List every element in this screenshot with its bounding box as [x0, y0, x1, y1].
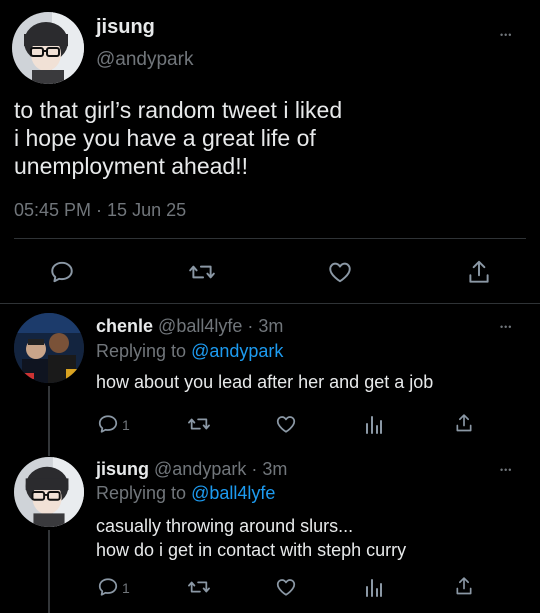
replying-to-link[interactable]: @andypark	[191, 341, 283, 361]
reply-header: jisung @andypark · 3m	[96, 459, 287, 480]
reply-text-line: how do i get in contact with steph curry	[96, 540, 407, 560]
display-name[interactable]: jisung	[96, 459, 149, 479]
reply-header: chenle @ball4lyfe · 3m	[96, 316, 283, 337]
divider	[0, 303, 540, 304]
reply-icon[interactable]	[49, 259, 75, 285]
avatar-photo	[12, 12, 84, 84]
display-name[interactable]: chenle	[96, 316, 153, 336]
replying-prefix: Replying to	[96, 483, 187, 503]
avatar-photo	[14, 457, 84, 527]
reply-text-line: how about you lead after her and get a j…	[96, 372, 434, 392]
retweet-icon[interactable]	[187, 576, 211, 598]
thread-line	[48, 530, 50, 613]
more-options-button[interactable]: •••	[500, 322, 512, 332]
heart-icon[interactable]	[275, 576, 297, 598]
replying-to: Replying to @ball4lyfe	[96, 483, 275, 504]
avatar[interactable]	[14, 313, 84, 383]
retweet-icon[interactable]	[187, 413, 211, 435]
analytics-icon[interactable]	[364, 413, 384, 435]
tweet-text-line: i hope you have a great life of	[14, 125, 316, 151]
avatar-photo	[14, 313, 84, 383]
tweet-text: to that girl’s random tweet i liked i ho…	[14, 96, 342, 180]
more-options-button[interactable]: •••	[500, 465, 512, 475]
retweet-icon[interactable]	[188, 259, 216, 285]
avatar[interactable]	[12, 12, 84, 84]
tweet-text-line: unemployment ahead!!	[14, 153, 248, 179]
thread-line	[48, 386, 50, 456]
avatar[interactable]	[14, 457, 84, 527]
reply-count: 1	[122, 417, 130, 433]
share-icon[interactable]	[466, 258, 492, 286]
heart-icon[interactable]	[275, 413, 297, 435]
reply-text: how about you lead after her and get a j…	[96, 371, 433, 393]
replying-to-link[interactable]: @ball4lyfe	[191, 483, 275, 503]
share-icon[interactable]	[454, 412, 474, 434]
timestamp: 05:45 PM · 15 Jun 25	[14, 200, 187, 220]
reply-icon[interactable]	[97, 413, 119, 435]
divider	[14, 238, 526, 239]
replying-to: Replying to @andypark	[96, 341, 283, 362]
reply-text-line: casually throwing around slurs...	[96, 516, 354, 536]
reply-icon[interactable]	[97, 576, 119, 598]
display-name[interactable]: jisung	[96, 16, 155, 39]
more-options-button[interactable]: •••	[500, 30, 512, 40]
tweet-text-line: to that girl’s random tweet i liked	[14, 97, 343, 123]
reply-text: casually throwing around slurs... how do…	[96, 515, 406, 561]
handle-time[interactable]: @andypark · 3m	[154, 459, 287, 479]
reply-count: 1	[122, 580, 130, 596]
heart-icon[interactable]	[327, 259, 353, 285]
share-icon[interactable]	[454, 575, 474, 597]
replying-prefix: Replying to	[96, 341, 187, 361]
analytics-icon[interactable]	[364, 576, 384, 598]
handle-time[interactable]: @ball4lyfe · 3m	[158, 316, 283, 336]
handle[interactable]: @andypark	[96, 49, 193, 71]
